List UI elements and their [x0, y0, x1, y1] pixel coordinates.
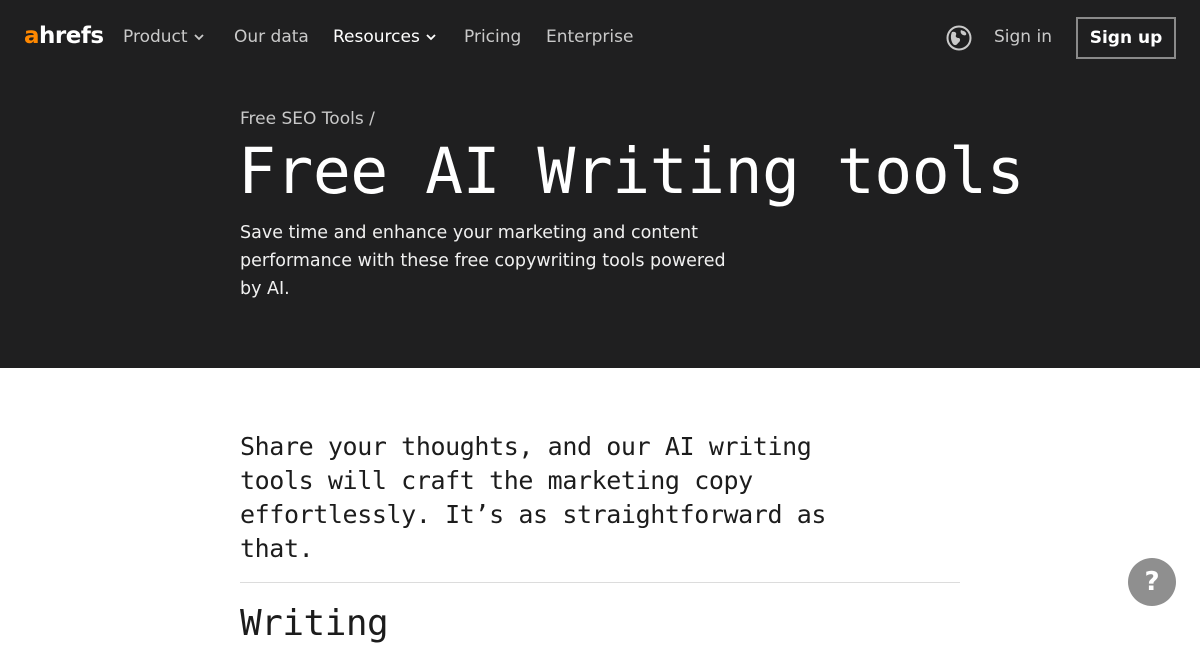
hero-description: Save time and enhance your marketing and… — [240, 223, 726, 299]
nav-item-enterprise[interactable]: Enterprise — [546, 26, 633, 50]
help-icon: ? — [1144, 567, 1160, 597]
nav-item-label: Product — [123, 27, 188, 47]
hero-section: ahrefs Product Our data Resources Pricin… — [0, 0, 1200, 368]
nav-item-resources[interactable]: Resources — [333, 26, 437, 50]
sign-up-button[interactable]: Sign up — [1076, 17, 1176, 59]
breadcrumb-separator: / — [369, 109, 375, 129]
chevron-down-icon — [426, 34, 436, 41]
nav-item-our-data[interactable]: Our data — [234, 26, 309, 50]
breadcrumb-link-free-seo-tools[interactable]: Free SEO Tools — [240, 109, 364, 129]
section-heading-writing: Writing — [240, 603, 389, 644]
page-title: Free AI Writing tools — [238, 135, 1025, 208]
help-button[interactable]: ? — [1128, 558, 1176, 606]
nav-item-label: Resources — [333, 27, 420, 47]
logo-text: hrefs — [39, 23, 104, 49]
chevron-down-icon — [193, 34, 204, 41]
sign-in-link[interactable]: Sign in — [994, 26, 1052, 48]
globe-icon[interactable] — [946, 25, 972, 51]
top-navigation: ahrefs Product Our data Resources Pricin… — [0, 0, 1200, 75]
intro-text: Share your thoughts, and our AI writing … — [240, 432, 827, 563]
ahrefs-logo[interactable]: ahrefs — [24, 22, 104, 50]
breadcrumb: Free SEO Tools / — [240, 108, 375, 130]
section-divider — [240, 582, 960, 583]
nav-item-product[interactable]: Product — [123, 26, 205, 50]
nav-item-label: Our data — [234, 27, 309, 47]
logo-accent: a — [24, 23, 40, 49]
nav-item-label: Enterprise — [546, 27, 634, 47]
nav-item-pricing[interactable]: Pricing — [464, 26, 521, 50]
nav-item-label: Pricing — [464, 27, 522, 47]
